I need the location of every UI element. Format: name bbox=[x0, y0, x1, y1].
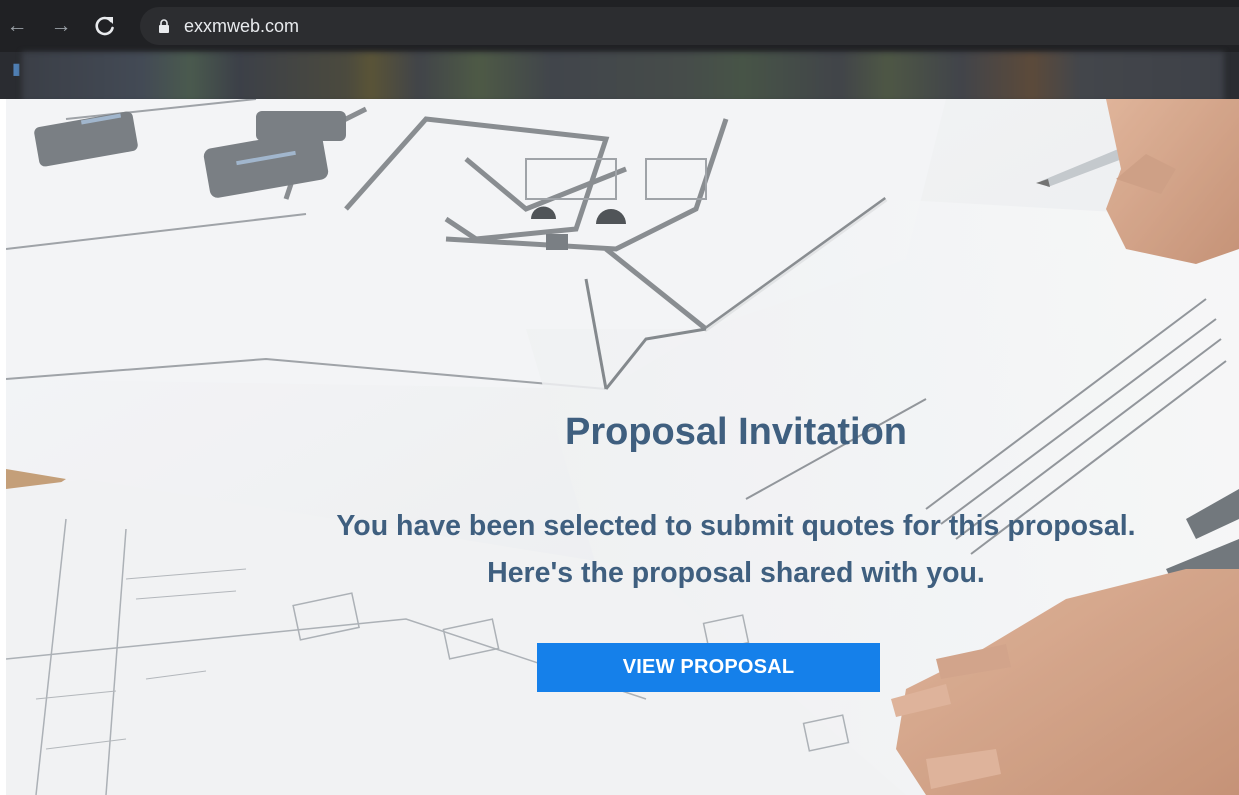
view-proposal-button[interactable]: VIEW PROPOSAL bbox=[537, 643, 880, 692]
invitation-title: Proposal Invitation bbox=[564, 411, 908, 453]
arrow-left-icon[interactable]: ← bbox=[4, 13, 30, 39]
lock-icon bbox=[159, 19, 169, 33]
invitation-message: You have been selected to submit quotes … bbox=[336, 510, 1136, 589]
reload-glyph bbox=[95, 16, 114, 36]
arrow-right-icon[interactable]: → bbox=[48, 13, 74, 39]
blurred-bookmarks bbox=[22, 52, 1224, 102]
bookmarks-bar: ▮ bbox=[0, 52, 1239, 102]
bookmark-favicon-icon[interactable]: ▮ bbox=[12, 60, 21, 80]
browser-toolbar: ← → exxmweb.com bbox=[0, 0, 1239, 52]
address-bar[interactable]: exxmweb.com bbox=[140, 7, 1239, 45]
reload-icon[interactable] bbox=[92, 13, 118, 39]
web-page: Proposal Invitation You have been select… bbox=[6, 99, 1239, 795]
browser-window: ← → exxmweb.com ▮ Proposal Invitation Yo… bbox=[0, 0, 1239, 795]
address-bar-url: exxmweb.com bbox=[184, 16, 300, 36]
